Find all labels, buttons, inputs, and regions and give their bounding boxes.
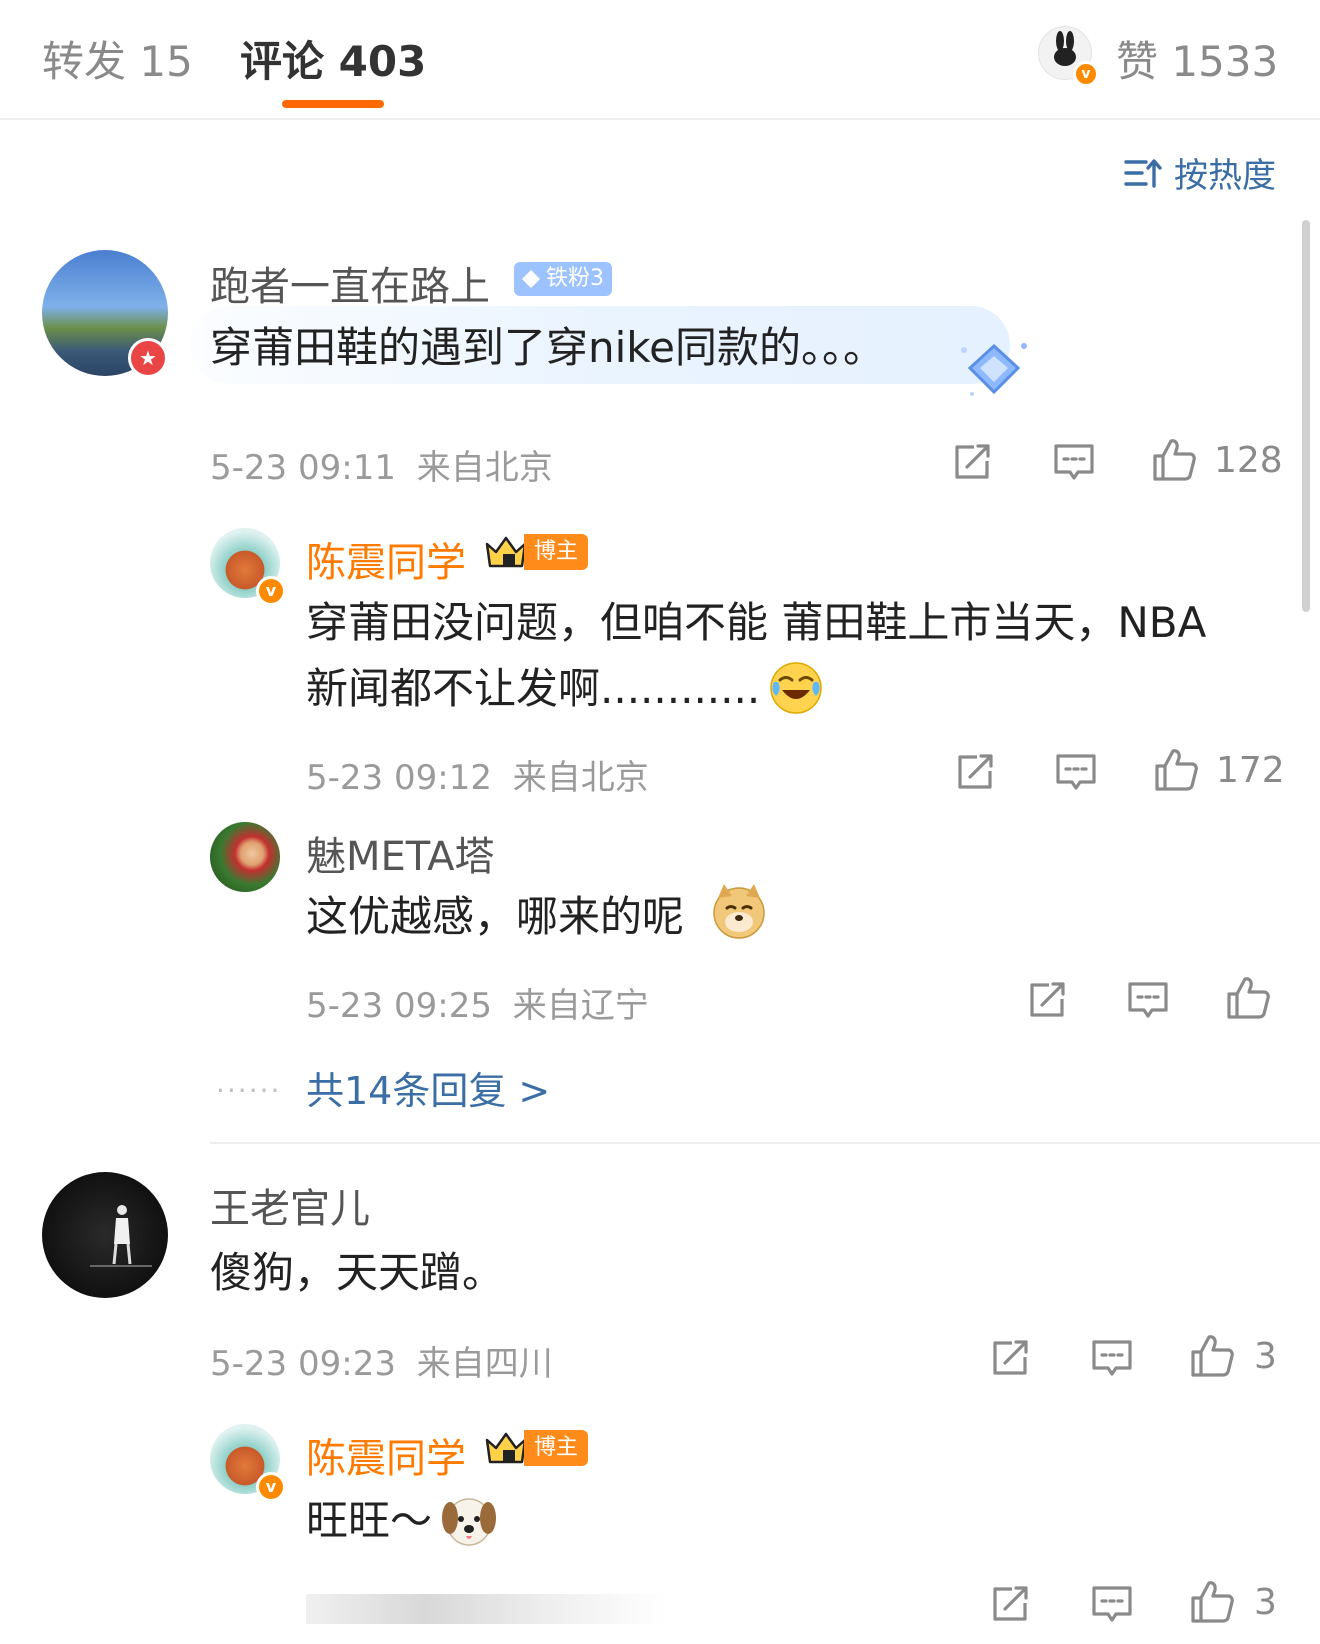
repost-icon[interactable]: [988, 1336, 1032, 1380]
crown-icon: [485, 536, 527, 568]
reply-username[interactable]: 陈震同学: [306, 1426, 466, 1484]
comment-text: 傻狗，天天蹭。: [210, 1248, 505, 1297]
active-tab-indicator: [282, 100, 384, 108]
like-count: 3: [1254, 1582, 1277, 1623]
comment-username[interactable]: 跑者一直在路上: [210, 254, 490, 312]
blurred-meta-placeholder: [306, 1594, 666, 1624]
verified-badge-icon: v: [256, 576, 286, 606]
comment-time: 5-23 09:11: [210, 448, 396, 488]
like-count: 128: [1214, 440, 1283, 481]
diamond-icon: [522, 270, 540, 288]
reply-icon[interactable]: [1052, 440, 1096, 484]
reply-icon[interactable]: [1054, 750, 1098, 794]
comment-meta: 5-23 09:23 来自四川: [210, 1336, 553, 1385]
reply-time: 5-23 09:25: [306, 986, 492, 1026]
crown-icon: [485, 1432, 527, 1464]
comment-text: 穿莆田鞋的遇到了穿nike同款的。。。: [210, 323, 885, 372]
reply-location: 来自北京: [512, 758, 649, 798]
reply-meta: 5-23 09:25 来自辽宁: [306, 978, 649, 1027]
repost-icon[interactable]: [953, 750, 997, 794]
like-count: 172: [1216, 750, 1285, 791]
fan-level-label: 铁粉3: [546, 266, 604, 291]
reply-username[interactable]: 陈震同学: [306, 530, 466, 588]
blogger-badge-label: 博主: [524, 1430, 589, 1466]
like-icon[interactable]: [1152, 746, 1200, 794]
doge-emoji-icon: [713, 884, 765, 939]
sort-label: 按热度: [1174, 156, 1276, 196]
like-count: 3: [1254, 1336, 1277, 1377]
reply-username[interactable]: 魅META塔: [306, 824, 494, 882]
repost-icon[interactable]: [1025, 978, 1069, 1022]
blogger-badge: 博主: [484, 534, 589, 570]
blogger-badge-label: 博主: [524, 534, 589, 570]
diamond-sparkle-icon: [961, 343, 1027, 396]
user-avatar[interactable]: [210, 822, 280, 892]
verified-badge-icon: v: [1073, 61, 1099, 87]
reply-icon[interactable]: [1126, 978, 1170, 1022]
comment-location: 来自四川: [416, 1344, 553, 1384]
liker-avatar[interactable]: v: [1038, 26, 1099, 87]
likes-count-label[interactable]: 赞 1533: [1116, 28, 1278, 89]
fan-level-badge: 铁粉3: [514, 262, 612, 296]
comment-username[interactable]: 王老官儿: [210, 1176, 370, 1234]
reply-text: 这优越感，哪来的呢: [306, 892, 685, 941]
comment-divider: [210, 1142, 1320, 1144]
reply-time: 5-23 09:12: [306, 758, 492, 798]
verified-badge-icon: v: [256, 1472, 286, 1502]
more-replies-dots: ......: [216, 1066, 282, 1099]
blogger-badge: 博主: [484, 1430, 589, 1466]
sort-icon: [1124, 158, 1162, 188]
dog-emoji-icon: [442, 1498, 496, 1546]
comment-meta: 5-23 09:11 来自北京: [210, 440, 553, 489]
reply-icon[interactable]: [1090, 1336, 1134, 1380]
tab-comments[interactable]: 评论 403: [240, 28, 426, 89]
star-badge-icon: ★: [128, 338, 168, 378]
laugh-cry-emoji-icon: [770, 662, 822, 714]
reply-text: 旺旺～: [306, 1496, 433, 1545]
repost-icon[interactable]: [988, 1582, 1032, 1626]
reply-text-line-1: 穿莆田没问题，但咱不能 莆田鞋上市当天，NBA: [306, 598, 1207, 647]
view-more-replies-link[interactable]: 共14条回复 >: [306, 1060, 550, 1115]
reply-location: 来自辽宁: [512, 986, 649, 1026]
comment-tab-bar: 转发 15 评论 403 v 赞 1533: [0, 0, 1320, 120]
like-icon[interactable]: [1188, 1332, 1236, 1380]
comment-time: 5-23 09:23: [210, 1344, 396, 1384]
user-avatar[interactable]: [42, 1172, 168, 1298]
scrollbar[interactable]: [1302, 220, 1310, 612]
like-icon[interactable]: [1188, 1578, 1236, 1626]
repost-icon[interactable]: [950, 440, 994, 484]
reply-meta: 5-23 09:12 来自北京: [306, 750, 649, 799]
sort-by-hot-button[interactable]: 按热度: [1124, 148, 1276, 197]
performer-silhouette-icon: [90, 1205, 152, 1267]
like-icon[interactable]: [1150, 436, 1198, 484]
like-icon[interactable]: [1224, 974, 1272, 1022]
reply-text-line-2: 新闻都不让发啊............: [306, 664, 761, 713]
reply-icon[interactable]: [1090, 1582, 1134, 1626]
comment-location: 来自北京: [416, 448, 553, 488]
tab-reposts[interactable]: 转发 15: [42, 28, 193, 89]
